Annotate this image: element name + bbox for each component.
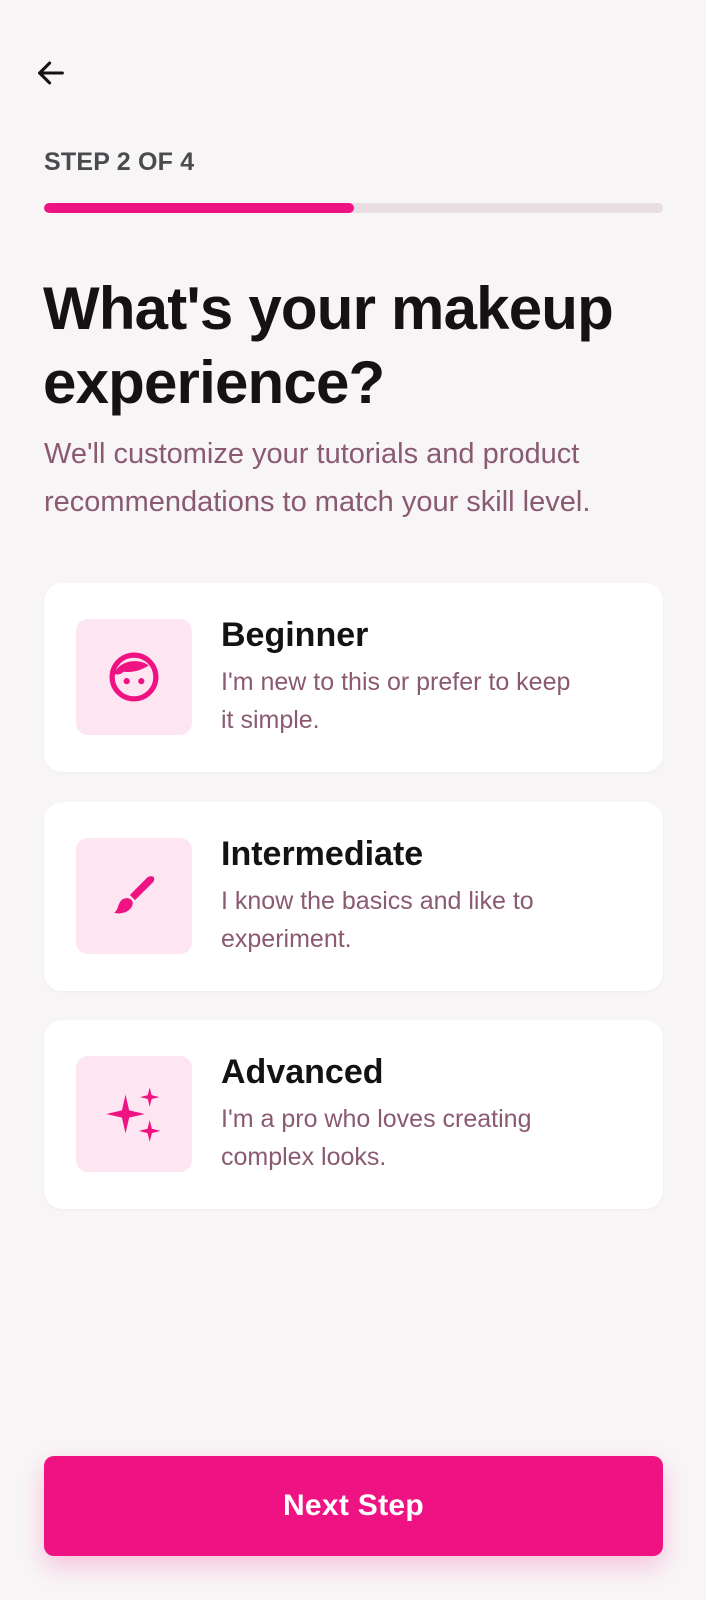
page-title: What's your makeup experience? <box>43 275 614 416</box>
next-step-button[interactable]: Next Step <box>44 1456 663 1556</box>
page-subtitle: We'll customize your tutorials and produ… <box>44 438 591 518</box>
progress-bar <box>44 203 663 213</box>
option-icon-box <box>76 838 192 954</box>
option-description: I'm new to this or prefer to keep it sim… <box>221 668 571 734</box>
sparkles-icon <box>106 1087 161 1142</box>
option-card-beginner[interactable]: Beginner I'm new to this or prefer to ke… <box>44 583 663 772</box>
option-title: Intermediate <box>221 835 424 873</box>
progress-bar-fill <box>44 203 354 213</box>
face-icon <box>109 652 159 702</box>
option-title: Advanced <box>221 1053 384 1091</box>
option-card-intermediate[interactable]: Intermediate I know the basics and like … <box>44 802 663 991</box>
option-card-advanced[interactable]: Advanced I'm a pro who loves creating co… <box>44 1020 663 1209</box>
step-indicator: STEP 2 OF 4 <box>44 148 195 176</box>
arrow-left-icon <box>38 61 64 85</box>
onboarding-screen: STEP 2 OF 4 What's your makeup experienc… <box>0 0 706 1600</box>
option-title: Beginner <box>221 616 369 654</box>
brush-icon <box>114 876 155 914</box>
option-description: I'm a pro who loves creating complex loo… <box>221 1105 532 1171</box>
option-description: I know the basics and like to experiment… <box>221 887 534 953</box>
option-icon-box <box>76 1056 192 1172</box>
back-button[interactable] <box>30 52 72 94</box>
option-icon-box <box>76 619 192 735</box>
